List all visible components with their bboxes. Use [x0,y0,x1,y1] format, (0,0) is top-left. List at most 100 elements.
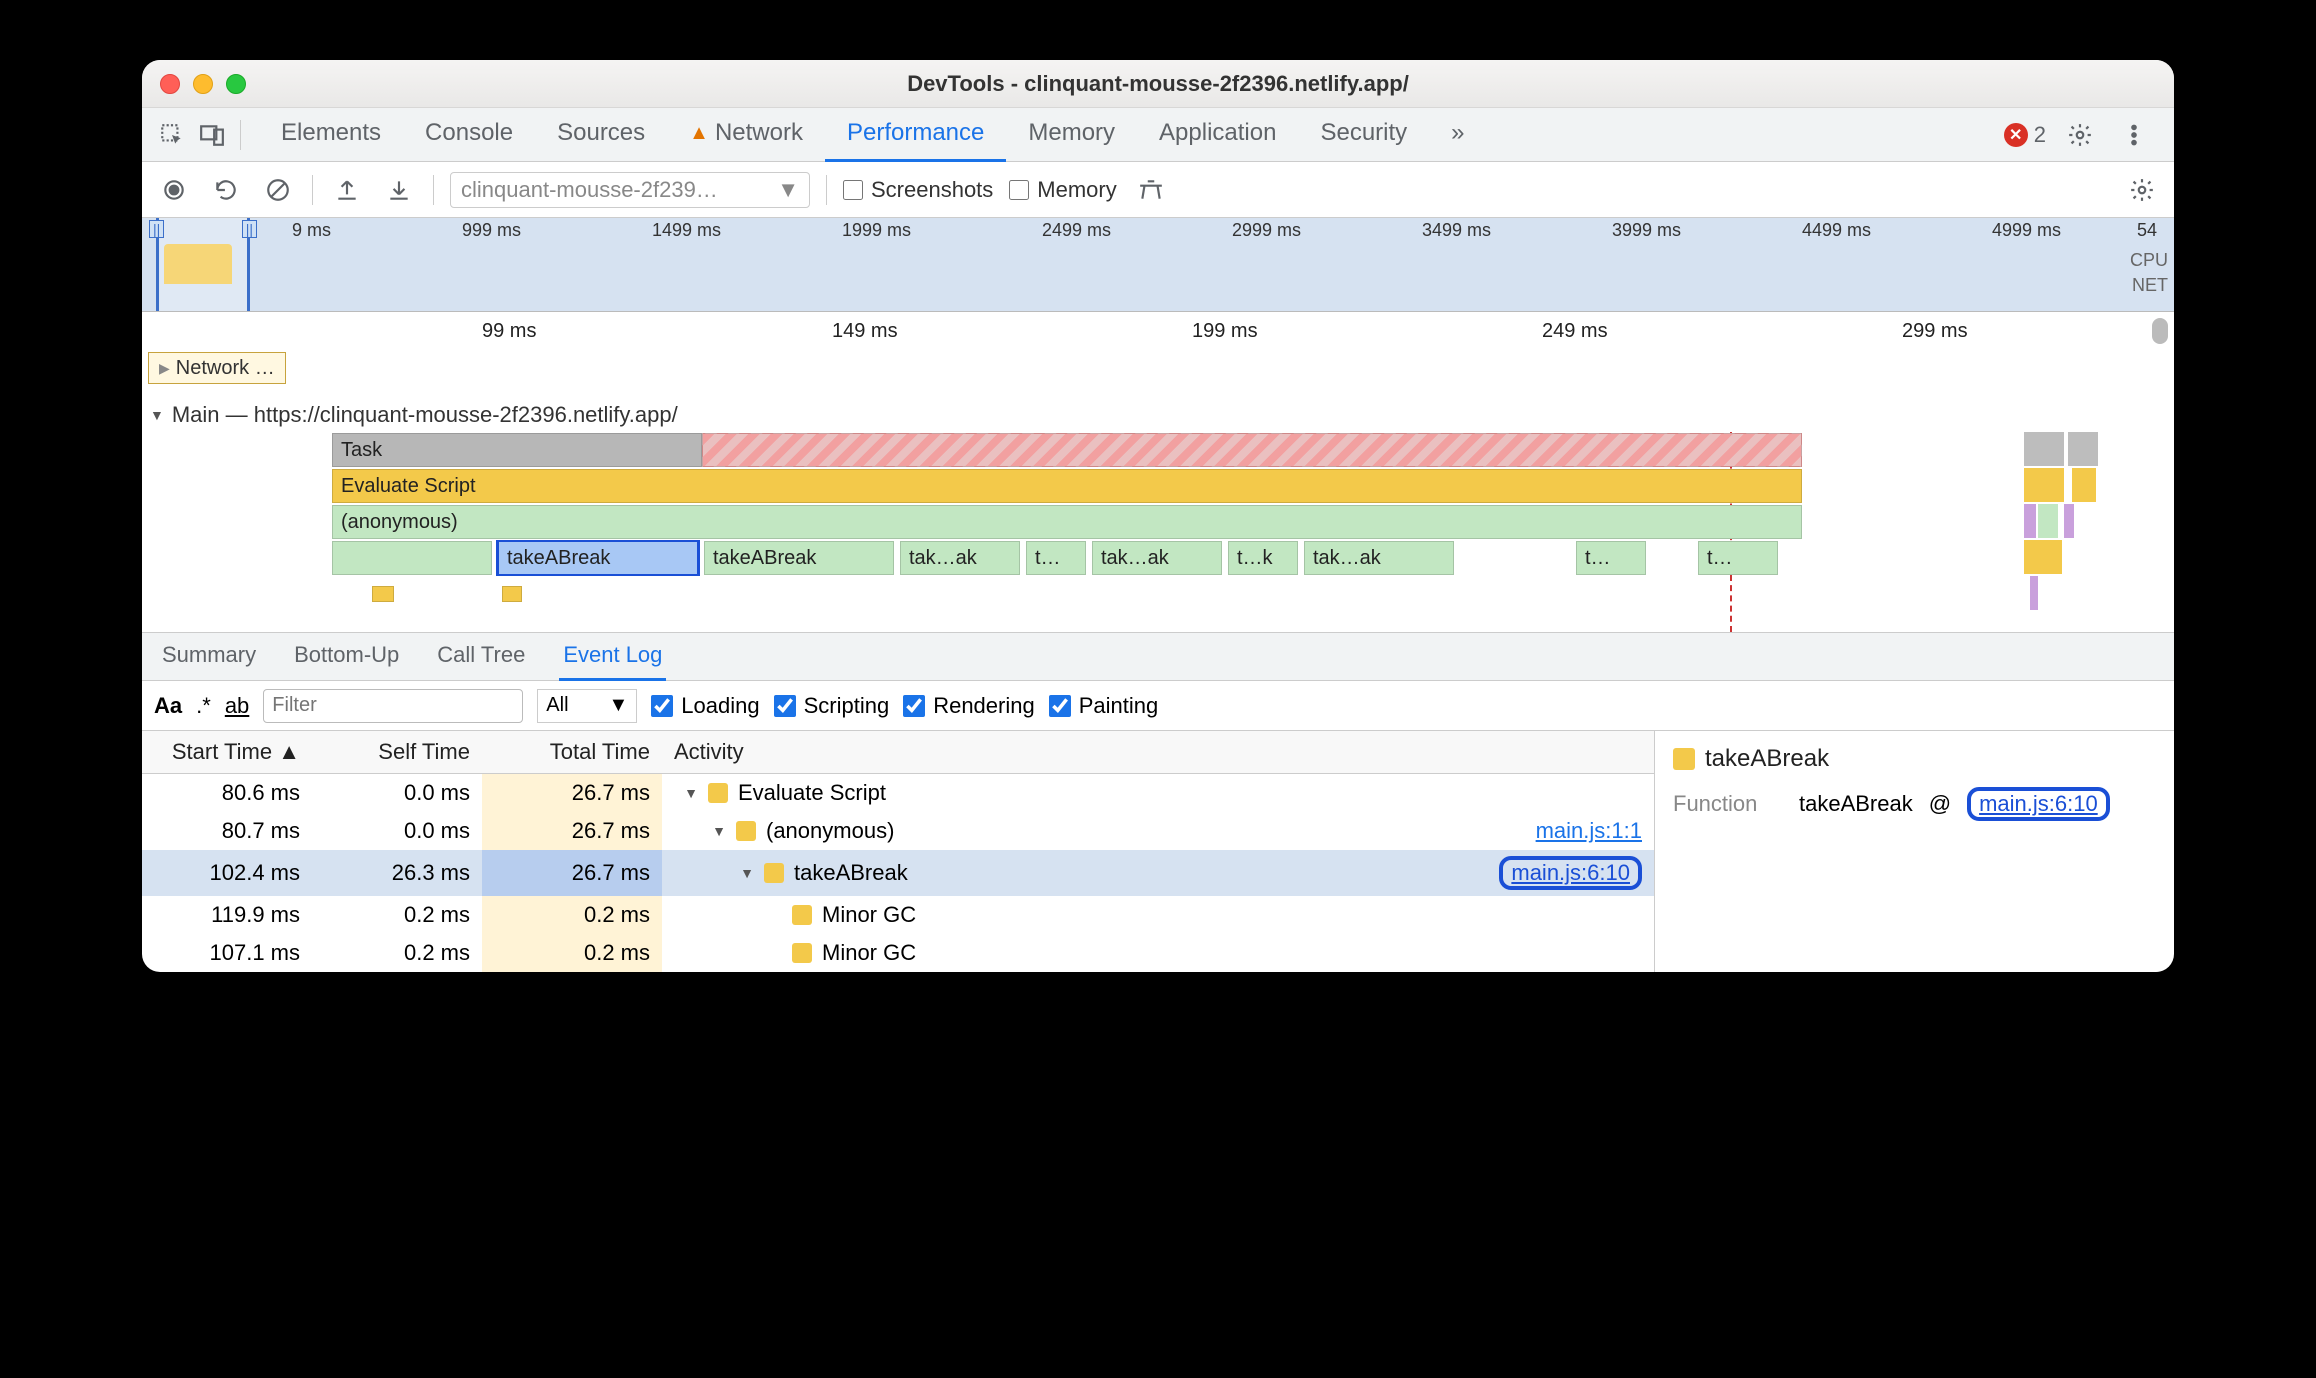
flame-chart-area[interactable]: 99 ms 149 ms 199 ms 249 ms 299 ms Networ… [142,312,2174,633]
cell-self-time: 0.0 ms [312,774,482,813]
tabs-overflow-button[interactable]: » [1429,108,1486,162]
col-total-time[interactable]: Total Time [482,731,662,774]
flame-bar-task[interactable]: Task [332,433,702,467]
reload-button[interactable] [208,172,244,208]
vertical-scroll-thumb[interactable] [2152,318,2168,344]
tab-bottom-up[interactable]: Bottom-Up [290,632,403,681]
memory-checkbox[interactable]: Memory [1009,177,1116,203]
overview-side-labels: CPU NET [2130,250,2168,296]
event-log-row[interactable]: 102.4 ms26.3 ms26.7 ms▼takeABreakmain.js… [142,850,1654,896]
record-button[interactable] [156,172,192,208]
flame-tick: 249 ms [1542,320,1608,343]
cell-start-time: 80.7 ms [142,812,312,850]
activity-label: Minor GC [822,902,916,928]
tab-event-log[interactable]: Event Log [559,632,666,681]
flame-bar-takeabreak[interactable]: t…k [1228,541,1298,575]
event-log-filter-row: Aa .* ab All▼ Loading Scripting Renderin… [142,681,2174,731]
flame-bar-minor[interactable] [372,586,394,602]
capture-settings-icon[interactable] [2124,172,2160,208]
cell-activity: ▼(anonymous)main.js:1:1 [662,812,1654,850]
tab-performance[interactable]: Performance [825,108,1006,162]
event-log-row[interactable]: 80.7 ms0.0 ms26.7 ms▼(anonymous)main.js:… [142,812,1654,850]
detail-source-link[interactable]: main.js:6:10 [1967,787,2110,821]
tab-elements[interactable]: Elements [259,108,403,162]
flame-chart[interactable]: Task Evaluate Script (anonymous) takeABr… [142,432,2174,632]
tab-network-label: Network [715,119,803,147]
chevron-down-icon: ▼ [609,694,629,717]
clear-button[interactable] [260,172,296,208]
sort-asc-icon: ▲ [278,739,300,764]
flame-bar-takeabreak[interactable]: t… [1026,541,1086,575]
recording-dropdown-label: clinquant-mousse-2f239… [461,177,718,203]
match-case-toggle[interactable]: Aa [154,693,182,719]
col-activity[interactable]: Activity [662,731,1654,774]
filter-input[interactable] [263,689,523,723]
tab-sources[interactable]: Sources [535,108,667,162]
tab-security[interactable]: Security [1298,108,1429,162]
expand-toggle-icon[interactable]: ▼ [712,823,726,839]
screenshots-checkbox[interactable]: Screenshots [843,177,993,203]
overview-range-handle[interactable] [156,218,250,311]
garbage-collect-icon[interactable] [1133,172,1169,208]
tab-memory[interactable]: Memory [1006,108,1137,162]
flame-bar-takeabreak-selected[interactable]: takeABreak [498,541,698,575]
cell-self-time: 0.2 ms [312,934,482,972]
painting-checkbox[interactable]: Painting [1049,693,1159,719]
match-whole-word-toggle[interactable]: ab [225,693,249,719]
error-count-badge[interactable]: ✕ 2 [2004,122,2046,148]
event-log-row[interactable]: 80.6 ms0.0 ms26.7 ms▼Evaluate Script [142,774,1654,813]
flame-bar-takeabreak[interactable]: takeABreak [704,541,894,575]
expand-toggle-icon[interactable]: ▼ [684,785,698,801]
flame-bar-anonymous[interactable]: (anonymous) [332,505,1802,539]
flame-bar-long-task[interactable] [702,433,1802,467]
cell-self-time: 26.3 ms [312,850,482,896]
flame-bar-takeabreak[interactable]: t… [1698,541,1778,575]
overview-ruler: 9 ms 999 ms 1499 ms 1999 ms 2499 ms 2999… [142,218,2174,242]
settings-gear-icon[interactable] [2060,115,2100,155]
scripting-label: Scripting [804,693,890,719]
expand-toggle-icon[interactable]: ▼ [740,865,754,881]
upload-profile-icon[interactable] [329,172,365,208]
inspect-element-icon[interactable] [152,115,192,155]
more-menu-icon[interactable] [2114,115,2154,155]
event-detail-pane: takeABreak Function takeABreak @ main.js… [1654,731,2174,972]
recording-dropdown[interactable]: clinquant-mousse-2f239… ▼ [450,172,810,208]
col-start-time[interactable]: Start Time ▲ [142,731,312,774]
cell-total-time: 0.2 ms [482,896,662,934]
overview-tick: 2499 ms [1042,220,1111,241]
detail-function-label: Function [1673,791,1783,817]
scripting-color-swatch-icon [792,905,812,925]
device-toolbar-icon[interactable] [192,115,232,155]
tab-network[interactable]: ▲ Network [667,108,825,162]
flame-bar-evaluate-script[interactable]: Evaluate Script [332,469,1802,503]
tab-summary[interactable]: Summary [158,632,260,681]
col-self-time[interactable]: Self Time [312,731,482,774]
tab-call-tree[interactable]: Call Tree [433,632,529,681]
duration-filter-select[interactable]: All▼ [537,689,637,723]
cell-activity: ▼Evaluate Script [662,774,1654,813]
event-log-row[interactable]: 119.9 ms0.2 ms0.2 msMinor GC [142,896,1654,934]
download-profile-icon[interactable] [381,172,417,208]
cell-activity: ▼takeABreakmain.js:6:10 [662,850,1654,896]
devtools-tabbar: Elements Console Sources ▲ Network Perfor… [142,108,2174,162]
flame-bar-takeabreak[interactable]: tak…ak [1092,541,1222,575]
rendering-checkbox[interactable]: Rendering [903,693,1035,719]
tab-application[interactable]: Application [1137,108,1298,162]
flame-bar-takeabreak[interactable]: tak…ak [1304,541,1454,575]
timeline-overview[interactable]: 9 ms 999 ms 1499 ms 1999 ms 2499 ms 2999… [142,218,2174,312]
event-log-row[interactable]: 107.1 ms0.2 ms0.2 msMinor GC [142,934,1654,972]
loading-checkbox[interactable]: Loading [651,693,759,719]
flame-bar-minor[interactable] [502,586,522,602]
warning-icon: ▲ [689,122,709,145]
network-track-chip[interactable]: Network … [148,352,286,384]
flame-bar-call-gap[interactable] [332,541,492,575]
tab-console[interactable]: Console [403,108,535,162]
flame-bar-takeabreak[interactable]: tak…ak [900,541,1020,575]
source-link[interactable]: main.js:1:1 [1536,818,1642,844]
regex-toggle[interactable]: .* [196,693,211,719]
main-thread-label[interactable]: Main — https://clinquant-mousse-2f2396.n… [142,398,2174,432]
cell-total-time: 26.7 ms [482,812,662,850]
flame-bar-takeabreak[interactable]: t… [1576,541,1646,575]
source-link[interactable]: main.js:6:10 [1499,856,1642,890]
scripting-checkbox[interactable]: Scripting [774,693,890,719]
